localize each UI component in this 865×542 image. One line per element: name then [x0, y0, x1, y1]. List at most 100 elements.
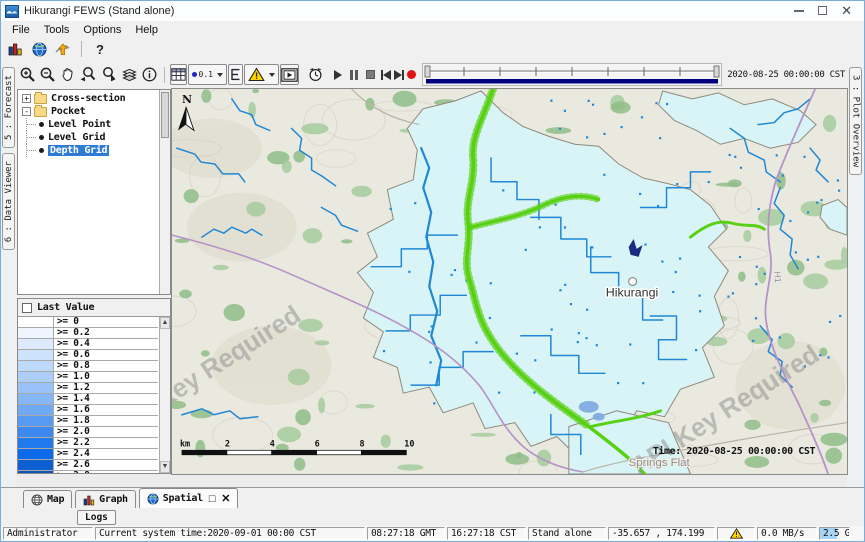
- legend-label: >= 2.6: [54, 460, 90, 470]
- right-tab-strip: 3 : Plot Overview: [847, 60, 864, 487]
- tree-scrollbar[interactable]: [159, 90, 170, 294]
- right-tab-3-plot-overview[interactable]: 3 : Plot Overview: [849, 67, 862, 175]
- last-value-checkbox[interactable]: [22, 303, 32, 313]
- zoom-out-icon[interactable]: [38, 64, 57, 85]
- tree-item-label: Cross-section: [51, 93, 125, 104]
- minimize-button[interactable]: [794, 2, 804, 12]
- pause-button[interactable]: [349, 64, 361, 85]
- pan-hand-icon[interactable]: [58, 64, 77, 85]
- scale-tick-label: 4: [270, 438, 275, 448]
- svg-text:km: km: [180, 438, 190, 448]
- help-icon[interactable]: ?: [90, 40, 110, 59]
- parameter-tree[interactable]: + Cross-section-PocketLevel PointLevel Gr…: [17, 89, 171, 295]
- app-window: Hikurangi FEWS (Stand alone) ✕ FileTools…: [0, 0, 865, 542]
- tab-graph[interactable]: Graph: [75, 490, 136, 508]
- left-tab-5-forecast[interactable]: 5 : Forecast: [2, 67, 15, 148]
- map-time-label: Time: 2020-08-25 00:00:00 CST: [653, 445, 816, 457]
- legend-swatch: [18, 394, 54, 404]
- tab-label: Spatial: [163, 493, 203, 504]
- scroll-down-icon[interactable]: ▼: [160, 461, 170, 473]
- legend-label: >= 1.4: [54, 394, 90, 404]
- legend-swatch: [18, 361, 54, 371]
- tab-label: Map: [47, 494, 64, 505]
- data-viewer-panel: + Cross-section-PocketLevel PointLevel Gr…: [16, 89, 172, 474]
- map-view[interactable]: API Key Required API Key Required Hikura…: [172, 89, 847, 474]
- title-bar: Hikurangi FEWS (Stand alone) ✕: [1, 1, 864, 21]
- tree-expander-icon[interactable]: -: [22, 107, 31, 116]
- close-button[interactable]: ✕: [841, 2, 852, 20]
- legend-label: >= 2.4: [54, 449, 90, 459]
- tree-item-level-grid[interactable]: Level Grid: [18, 131, 158, 144]
- status-segment-2: 08:27:18 GMT: [367, 527, 445, 540]
- tree-item-label: Level Point: [48, 119, 111, 130]
- legend-swatch: [18, 427, 54, 437]
- legend-list[interactable]: >= 0>= 0.2>= 0.4>= 0.6>= 0.8>= 1.0>= 1.2…: [18, 316, 170, 473]
- stop-button[interactable]: [365, 64, 377, 85]
- zoom-previous-icon[interactable]: [78, 64, 98, 85]
- step-forward-button[interactable]: [393, 64, 405, 85]
- legend-label: >= 0: [54, 317, 79, 327]
- tab-map[interactable]: Map: [23, 490, 72, 508]
- status-warning-icon: [717, 527, 755, 540]
- status-segment-3: 16:27:18 CST: [447, 527, 526, 540]
- zoom-in-icon[interactable]: [18, 64, 37, 85]
- maximize-button[interactable]: [818, 6, 827, 15]
- status-segment-4: Stand alone: [528, 527, 606, 540]
- panel-maximize-icon[interactable]: □: [209, 493, 215, 505]
- tree-item-depth-grid[interactable]: Depth Grid: [18, 144, 158, 157]
- legend-swatch: [18, 405, 54, 415]
- tree-item-cross-section[interactable]: + Cross-section: [18, 92, 158, 105]
- legend-label: >= 2.2: [54, 438, 90, 448]
- timeseries-export-icon[interactable]: [53, 40, 73, 59]
- zoom-next-icon[interactable]: [99, 64, 119, 85]
- tree-item-level-point[interactable]: Level Point: [18, 118, 158, 131]
- legend-label: >= 0.2: [54, 328, 90, 338]
- legend-swatch: [18, 438, 54, 448]
- layers-icon[interactable]: [120, 64, 139, 85]
- scale-tick-label: 8: [359, 438, 364, 448]
- threshold-dropdown[interactable]: 0.1: [188, 64, 227, 85]
- legend-scrollbar[interactable]: ▲ ▼: [159, 317, 170, 473]
- legend-swatch: [18, 471, 54, 473]
- menu-item-tools[interactable]: Tools: [37, 23, 77, 37]
- legend-swatch: [18, 449, 54, 459]
- menu-item-file[interactable]: File: [5, 23, 37, 37]
- legend-swatch: [18, 416, 54, 426]
- play-button[interactable]: [332, 64, 344, 85]
- globe-gray-icon: [31, 494, 43, 506]
- clock-run-icon[interactable]: [306, 64, 325, 85]
- legend-label: >= 1.8: [54, 416, 90, 426]
- status-segment-1: Current system time:2020-09-01 00:00 CST: [95, 527, 365, 540]
- scroll-up-icon[interactable]: ▲: [160, 317, 170, 329]
- app-logo-icon: [5, 5, 19, 18]
- map-toolbar: 0.1: [16, 60, 847, 89]
- logs-button[interactable]: Logs: [77, 510, 116, 525]
- legend-swatch: [18, 372, 54, 382]
- legend-label: >= 0.4: [54, 339, 90, 349]
- toolbar-separator: [164, 67, 165, 83]
- globe-icon[interactable]: [29, 40, 49, 59]
- legend-row[interactable]: >= 2.8: [18, 471, 158, 473]
- left-tab-6-data-viewer[interactable]: 6 : Data Viewer: [2, 153, 15, 250]
- menu-item-help[interactable]: Help: [128, 23, 165, 37]
- node-bullet-icon: [39, 122, 44, 127]
- info-icon[interactable]: [140, 64, 159, 85]
- record-button[interactable]: [406, 64, 418, 85]
- time-slider[interactable]: [422, 63, 722, 86]
- bar-chart-icon: [83, 494, 95, 506]
- warning-threshold-dropdown[interactable]: [244, 64, 279, 85]
- animation-button[interactable]: [280, 64, 299, 85]
- tab-spatial[interactable]: Spatial □ ✕: [139, 488, 238, 508]
- grid-display-button[interactable]: [170, 64, 187, 85]
- database-chart-icon[interactable]: [5, 40, 25, 59]
- step-back-button[interactable]: [380, 64, 392, 85]
- legend-panel: Last Value >= 0>= 0.2>= 0.4>= 0.6>= 0.8>…: [17, 298, 171, 474]
- tree-expander-icon[interactable]: +: [22, 94, 31, 103]
- window-title: Hikurangi FEWS (Stand alone): [24, 5, 174, 17]
- panel-close-icon[interactable]: ✕: [221, 492, 230, 505]
- chevron-down-icon: [269, 73, 275, 77]
- menu-item-options[interactable]: Options: [76, 23, 128, 37]
- tree-item-pocket[interactable]: -Pocket: [18, 105, 158, 118]
- last-value-label: Last Value: [37, 302, 94, 313]
- contour-button[interactable]: [228, 64, 243, 85]
